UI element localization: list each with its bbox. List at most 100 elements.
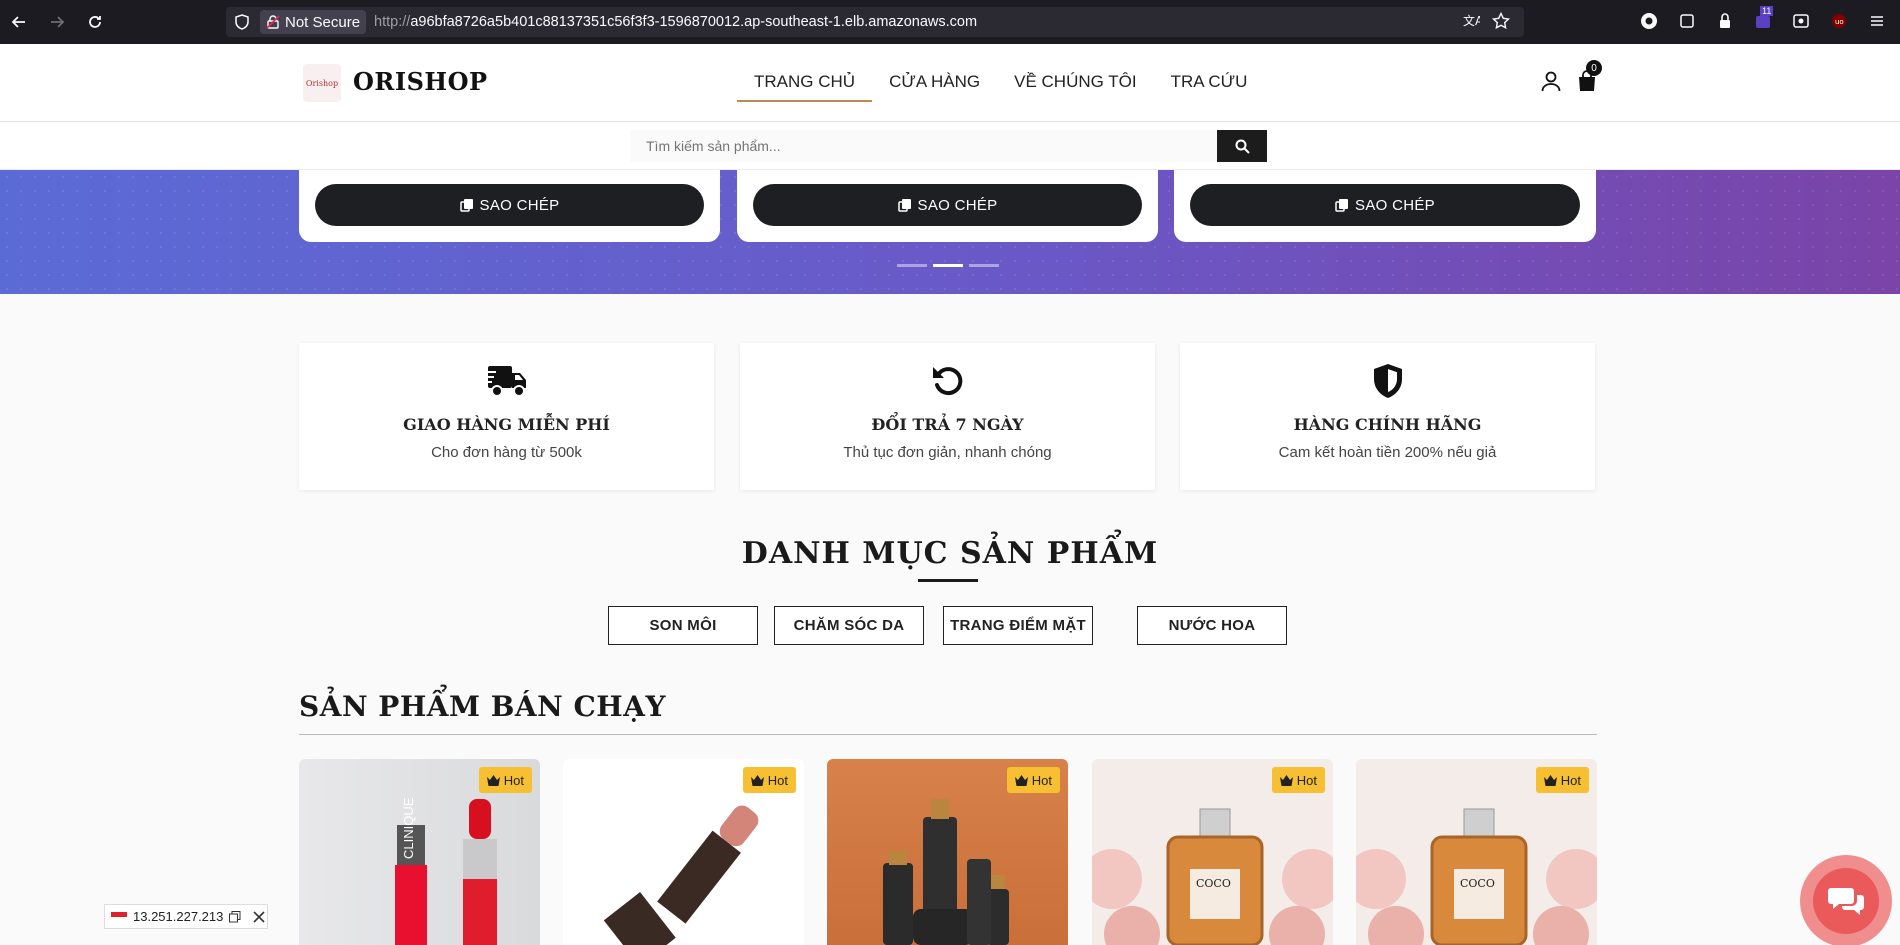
flag-icon — [111, 911, 127, 922]
security-indicator[interactable]: Not Secure — [260, 10, 367, 34]
feature-authentic: HÀNG CHÍNH HÃNG Cam kết hoàn tiền 200% n… — [1180, 343, 1595, 490]
feature-free-shipping: GIAO HÀNG MIỄN PHÍ Cho đơn hàng từ 500k — [299, 343, 714, 490]
coupon-card: SAO CHÉP — [299, 170, 720, 242]
nav-about[interactable]: VỀ CHÚNG TÔI — [997, 72, 1153, 102]
svg-text:文A: 文A — [1463, 13, 1480, 28]
search-bar — [0, 123, 1900, 170]
feature-desc: Thủ tục đơn giản, nhanh chóng — [843, 444, 1052, 461]
shield-icon — [1366, 361, 1410, 401]
main-nav: TRANG CHỦ CỬA HÀNG VỀ CHÚNG TÔI TRA CỨU — [737, 72, 1264, 102]
crown-icon — [1543, 774, 1557, 786]
chat-button[interactable] — [1813, 868, 1879, 934]
extension-icon[interactable] — [1638, 10, 1660, 32]
copy-icon[interactable] — [229, 910, 241, 923]
title-underline — [918, 579, 978, 582]
puzzle-icon[interactable] — [1676, 10, 1698, 32]
feature-title: ĐỔI TRẢ 7 NGÀY — [871, 415, 1024, 434]
insecure-lock-icon — [266, 15, 280, 29]
feature-title: GIAO HÀNG MIỄN PHÍ — [403, 415, 610, 434]
logo-text[interactable]: ORISHOP — [353, 67, 488, 96]
category-lipstick-button[interactable]: SON MÔI — [608, 606, 758, 645]
ip-address-text: 13.251.227.213 — [133, 909, 224, 924]
search-button[interactable] — [1217, 130, 1267, 162]
copy-coupon-button[interactable]: SAO CHÉP — [1190, 184, 1580, 226]
address-bar[interactable]: Not Secure http://a96bfa8726a5b401c88137… — [226, 7, 1524, 37]
menu-icon[interactable] — [1866, 10, 1888, 32]
category-section-title: DANH MỤC SẢN PHẨM — [741, 536, 1159, 571]
cart-count-badge: 0 — [1586, 60, 1602, 76]
carousel-indicators — [897, 264, 999, 267]
product-brand-text: CLINIQUE — [401, 797, 416, 859]
svg-text:uo: uo — [1835, 18, 1844, 26]
ip-address-widget: 13.251.227.213 — [104, 904, 268, 929]
logo-mark: Orishop — [305, 78, 339, 88]
carousel-dot-active[interactable] — [933, 264, 963, 267]
back-icon[interactable] — [4, 7, 34, 37]
feature-returns: ĐỔI TRẢ 7 NGÀY Thủ tục đơn giản, nhanh c… — [740, 343, 1155, 490]
nav-shop[interactable]: CỬA HÀNG — [872, 72, 997, 102]
category-face-makeup-button[interactable]: TRANG ĐIỂM MẶT — [943, 606, 1093, 645]
hot-badge-label: Hot — [1560, 772, 1581, 788]
hot-badge: Hot — [1535, 767, 1589, 793]
extension-badge-icon[interactable]: 11 — [1752, 6, 1774, 32]
reload-icon[interactable] — [80, 7, 110, 37]
product-card[interactable]: COCO Hot — [1356, 759, 1597, 945]
ublock-icon[interactable]: uo — [1828, 10, 1850, 32]
chat-icon — [1828, 888, 1864, 915]
url-text: http://a96bfa8726a5b401c88137351c56f3f3-… — [374, 14, 977, 30]
hot-badge-label: Hot — [1296, 772, 1317, 788]
feature-desc: Cam kết hoàn tiền 200% nếu giả — [1278, 444, 1497, 461]
logo-image[interactable]: Orishop — [303, 64, 341, 102]
copy-coupon-button[interactable]: SAO CHÉP — [315, 184, 704, 226]
lock-extension-icon[interactable] — [1714, 10, 1736, 32]
product-card[interactable]: CLINIQUE Hot — [299, 759, 540, 945]
hot-badge: Hot — [1006, 767, 1060, 793]
copy-icon — [459, 199, 473, 212]
section-divider — [299, 734, 1597, 735]
translate-icon[interactable]: 文A — [1462, 12, 1480, 30]
copy-coupon-button[interactable]: SAO CHÉP — [753, 184, 1142, 226]
nav-lookup[interactable]: TRA CỨU — [1154, 72, 1265, 102]
crown-icon — [486, 774, 500, 786]
hot-badge-label: Hot — [503, 772, 524, 788]
crown-icon — [750, 774, 764, 786]
bookmark-star-icon[interactable] — [1492, 12, 1510, 30]
browser-toolbar: Not Secure http://a96bfa8726a5b401c88137… — [0, 0, 1900, 44]
copy-button-label: SAO CHÉP — [917, 196, 998, 214]
search-input[interactable] — [630, 130, 1218, 162]
copy-icon — [1335, 199, 1349, 212]
extension-badge-count: 11 — [1760, 6, 1774, 16]
carousel-dot[interactable] — [969, 264, 999, 267]
feature-desc: Cho đơn hàng từ 500k — [431, 444, 582, 461]
promo-hero: SAO CHÉP SAO CHÉP SAO CHÉP — [0, 170, 1900, 294]
screenshot-icon[interactable] — [1790, 10, 1812, 32]
crown-icon — [1014, 774, 1028, 786]
product-brand-text: COCO — [1460, 877, 1495, 890]
category-skincare-button[interactable]: CHĂM SÓC DA — [774, 606, 924, 645]
nav-home[interactable]: TRANG CHỦ — [737, 72, 873, 102]
product-card[interactable]: COCO Hot — [1092, 759, 1333, 945]
feature-title: HÀNG CHÍNH HÃNG — [1293, 415, 1482, 434]
product-brand-text: COCO — [1196, 877, 1231, 890]
truck-icon — [485, 361, 529, 401]
hot-badge: Hot — [478, 767, 532, 793]
user-icon[interactable] — [1540, 70, 1562, 92]
close-icon[interactable] — [253, 910, 265, 923]
search-icon — [1235, 139, 1250, 154]
url-prefix: http:// — [374, 14, 411, 30]
category-perfume-button[interactable]: NƯỚC HOA — [1137, 606, 1287, 645]
copy-button-label: SAO CHÉP — [1355, 196, 1435, 214]
hot-badge-label: Hot — [767, 772, 788, 788]
coupon-card: SAO CHÉP — [1174, 170, 1596, 242]
product-card[interactable]: Hot — [827, 759, 1068, 945]
url-host: a96bfa8726a5b401c88137351c56f3f3-1596870… — [410, 14, 978, 30]
undo-icon — [926, 361, 970, 401]
best-sellers-title: SẢN PHẨM BÁN CHẠY — [299, 690, 666, 723]
security-label: Not Secure — [285, 13, 361, 31]
hot-badge: Hot — [1271, 767, 1325, 793]
carousel-dot[interactable] — [897, 264, 927, 267]
tracking-shield-icon[interactable] — [234, 14, 250, 30]
coupon-card: SAO CHÉP — [737, 170, 1158, 242]
product-card[interactable]: Hot — [563, 759, 804, 945]
forward-icon[interactable] — [42, 7, 72, 37]
